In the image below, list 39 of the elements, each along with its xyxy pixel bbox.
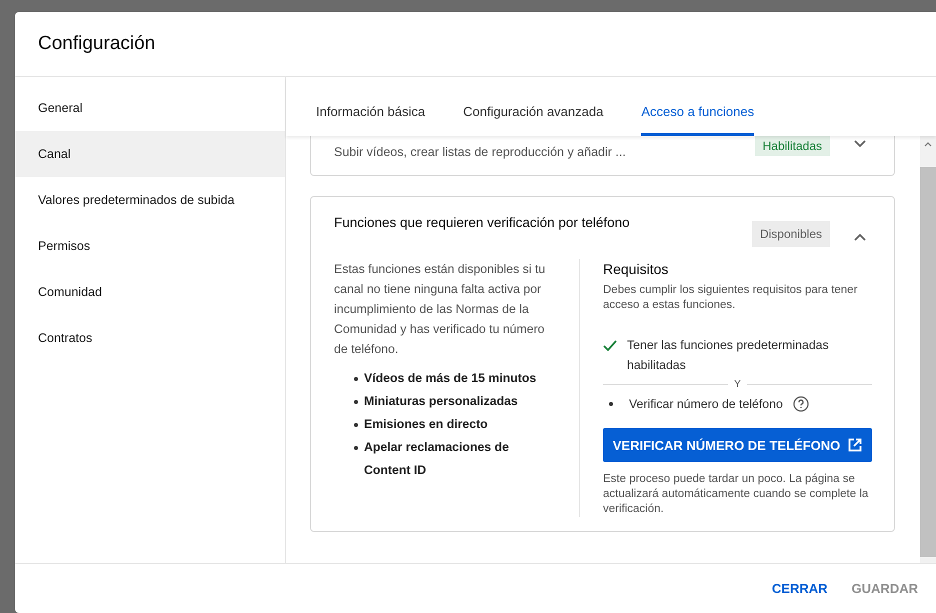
chevron-icon[interactable] [854, 233, 866, 241]
sidebar-item[interactable]: Comunidad [15, 269, 285, 315]
sidebar-item[interactable]: Valores predeterminados de subida [15, 177, 285, 223]
feature-item: Emisiones en directo [364, 416, 488, 433]
verification-note: Este proceso puede tardar un poco. La página se actualizará automáticamente cuando se complete la verificación. [603, 472, 870, 517]
footer-button[interactable]: CERRAR [766, 573, 834, 604]
requirements-description: Debes cumplir los siguientes requisitos para tener acceso a estas funciones. [603, 283, 858, 313]
dialog-title: Configuración [38, 33, 156, 55]
bullet-icon [354, 400, 358, 404]
sidebar-item[interactable]: Contratos [15, 315, 285, 361]
feature-item: Vídeos de más de 15 minutos [364, 370, 536, 387]
bullet-icon [354, 377, 358, 381]
bullet-icon [354, 446, 358, 450]
status-badge: Disponibles [752, 221, 830, 247]
scrollbar[interactable] [920, 136, 936, 563]
scroll-up-icon[interactable] [924, 141, 932, 147]
checkmark-icon [603, 340, 617, 351]
requirements-title: Requisitos [603, 261, 670, 277]
tab[interactable]: Información básica [316, 104, 426, 136]
card-description: Subir vídeos, crear listas de reproducción y añadir ... [334, 145, 627, 159]
sidebar-item[interactable]: General [15, 85, 285, 131]
card-description: Estas funciones están disponibles si tu canal no tiene ninguna falta activa por incumplimiento de las Normas de la Comunidad y has verificado tu número de teléfono. [334, 261, 546, 358]
sidebar-item[interactable]: Permisos [15, 223, 285, 269]
requirement-text: Tener las funciones predeterminadas habilitadas [627, 337, 830, 374]
requirement-text: Verificar número de teléfono [629, 396, 783, 413]
bullet-icon [354, 423, 358, 427]
feature-item: Apelar reclamaciones de Content ID [364, 439, 510, 479]
bullet-icon [609, 402, 613, 406]
feature-item: Miniaturas personalizadas [364, 393, 518, 410]
sidebar-item[interactable]: Canal [15, 131, 285, 177]
verify-phone-button[interactable]: VERIFICAR NÚMERO DE TELÉFONO [603, 428, 872, 462]
chevron-icon[interactable] [854, 140, 866, 148]
external-link-icon [848, 438, 862, 452]
status-badge: Habilitadas [754, 136, 830, 156]
tab[interactable]: Acceso a funciones [641, 104, 754, 136]
help-icon[interactable] [792, 396, 809, 412]
card-title: Funciones que requieren verificación por teléfono [334, 215, 631, 230]
tab[interactable]: Configuración avanzada [463, 104, 604, 136]
separator-label: Y [734, 379, 741, 390]
